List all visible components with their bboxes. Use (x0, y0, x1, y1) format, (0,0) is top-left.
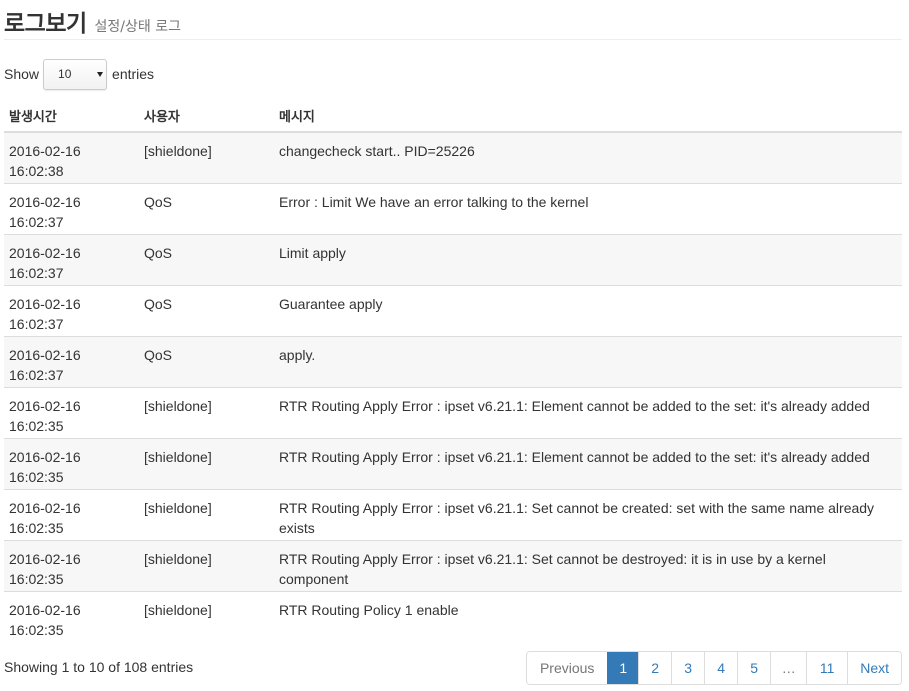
cell-message: changecheck start.. PID=25226 (274, 132, 902, 183)
table-row: 2016-02-16 16:02:35 [shieldone] RTR Routing… (4, 539, 902, 591)
cell-clock: 16:02:35 (9, 519, 64, 536)
cell-message: RTR Routing Apply Error : ipset v6.21.1:… (274, 539, 902, 591)
cell-time: 2016-02-16 16:02:37 (4, 335, 139, 387)
column-header-user[interactable]: 사용자 (139, 100, 274, 133)
cell-time: 2016-02-16 16:02:37 (4, 233, 139, 285)
cell-clock: 16:02:35 (9, 468, 64, 485)
page-length-select[interactable]: 10 (43, 58, 108, 90)
cell-date: 2016-02-16 (9, 499, 81, 516)
pagination-page-5[interactable]: 5 (737, 652, 771, 684)
cell-clock: 16:02:35 (9, 621, 64, 638)
table-row: 2016-02-16 16:02:35 [shieldone] RTR Routing… (4, 590, 902, 642)
length-prefix-label: Show (4, 66, 40, 82)
cell-time: 2016-02-16 16:02:37 (4, 284, 139, 336)
cell-user: [shieldone] (139, 539, 274, 591)
log-table: 발생시간 사용자 메시지 2016-02-16 16:02:38 [shieldon… (4, 100, 902, 642)
cell-time: 2016-02-16 16:02:35 (4, 590, 139, 642)
cell-user: QoS (139, 233, 274, 285)
cell-user: QoS (139, 182, 274, 234)
page-header: 로그보기 설정/상태 로그 (4, 4, 902, 40)
cell-clock: 16:02:35 (9, 570, 64, 587)
table-row: 2016-02-16 16:02:37 QoS Error : Limit We ha… (4, 182, 902, 234)
cell-clock: 16:02:37 (9, 213, 64, 230)
cell-user: [shieldone] (139, 590, 274, 642)
pagination-page-2[interactable]: 2 (638, 652, 672, 684)
pagination: Previous 1 2 3 4 5… 11 Next (525, 651, 902, 685)
log-table-body: 2016-02-16 16:02:38 [shieldone] changecheck… (4, 132, 902, 642)
cell-time: 2016-02-16 16:02:35 (4, 488, 139, 540)
cell-date: 2016-02-16 (9, 397, 81, 414)
pagination-page-1[interactable]: 1 (607, 652, 639, 684)
cell-clock: 16:02:35 (9, 417, 64, 434)
cell-message: RTR Routing Apply Error : ipset v6.21.1:… (274, 386, 902, 438)
pagination-page-3[interactable]: 3 (671, 652, 705, 684)
table-row: 2016-02-16 16:02:38 [shieldone] changecheck… (4, 132, 902, 183)
page-length-value: 10 (58, 67, 72, 81)
page-subtitle: 설정/상태 로그 (94, 19, 181, 35)
pagination-ellipsis: … (770, 652, 807, 684)
page-length-control: Show 10 entries (4, 58, 154, 90)
table-row: 2016-02-16 16:02:35 [shieldone] RTR Routing… (4, 386, 902, 438)
cell-message: RTR Routing Apply Error : ipset v6.21.1:… (274, 488, 902, 540)
cell-date: 2016-02-16 (9, 295, 81, 312)
cell-user: [shieldone] (139, 488, 274, 540)
table-row: 2016-02-16 16:02:35 [shieldone] RTR Routing… (4, 437, 902, 489)
table-row: 2016-02-16 16:02:35 [shieldone] RTR Routing… (4, 488, 902, 540)
cell-user: [shieldone] (139, 132, 274, 183)
cell-message: apply. (274, 335, 902, 387)
cell-message: Error : Limit We have an error talking t… (274, 182, 902, 234)
cell-date: 2016-02-16 (9, 244, 81, 261)
table-row: 2016-02-16 16:02:37 QoS Guarantee apply (4, 284, 902, 336)
column-header-message[interactable]: 메시지 (274, 100, 902, 133)
cell-user: [shieldone] (139, 437, 274, 489)
table-header-row: 발생시간 사용자 메시지 (4, 100, 902, 133)
cell-date: 2016-02-16 (9, 346, 81, 363)
cell-time: 2016-02-16 16:02:37 (4, 182, 139, 234)
cell-clock: 16:02:38 (9, 163, 64, 179)
cell-date: 2016-02-16 (9, 143, 81, 159)
pagination-page-11[interactable]: 11 (806, 652, 848, 684)
pagination-page-4[interactable]: 4 (704, 652, 738, 684)
chevron-down-icon (97, 72, 104, 77)
cell-clock: 16:02:37 (9, 315, 64, 332)
cell-clock: 16:02:37 (9, 264, 64, 281)
table-row: 2016-02-16 16:02:37 QoS apply. (4, 335, 902, 387)
cell-time: 2016-02-16 16:02:35 (4, 539, 139, 591)
cell-message: Guarantee apply (274, 284, 902, 336)
cell-user: QoS (139, 335, 274, 387)
cell-message: RTR Routing Apply Error : ipset v6.21.1:… (274, 437, 902, 489)
cell-message: Limit apply (274, 233, 902, 285)
cell-message: RTR Routing Policy 1 enable (274, 590, 902, 642)
cell-clock: 16:02:37 (9, 366, 64, 383)
cell-date: 2016-02-16 (9, 448, 81, 465)
cell-date: 2016-02-16 (9, 550, 81, 567)
cell-date: 2016-02-16 (9, 193, 81, 210)
cell-time: 2016-02-16 16:02:35 (4, 386, 139, 438)
table-info: Showing 1 to 10 of 108 entries (4, 659, 194, 675)
table-row: 2016-02-16 16:02:37 QoS Limit apply (4, 233, 902, 285)
cell-user: [shieldone] (139, 386, 274, 438)
cell-time: 2016-02-16 16:02:35 (4, 437, 139, 489)
cell-date: 2016-02-16 (9, 601, 81, 618)
page-title: 로그보기 (4, 11, 87, 37)
pagination-next-button[interactable]: Next (847, 652, 901, 684)
pagination-previous-button[interactable]: Previous (526, 652, 608, 684)
cell-user: QoS (139, 284, 274, 336)
cell-time: 2016-02-16 16:02:38 (4, 132, 139, 183)
length-suffix-label: entries (112, 66, 155, 82)
column-header-time[interactable]: 발생시간 (4, 100, 139, 133)
